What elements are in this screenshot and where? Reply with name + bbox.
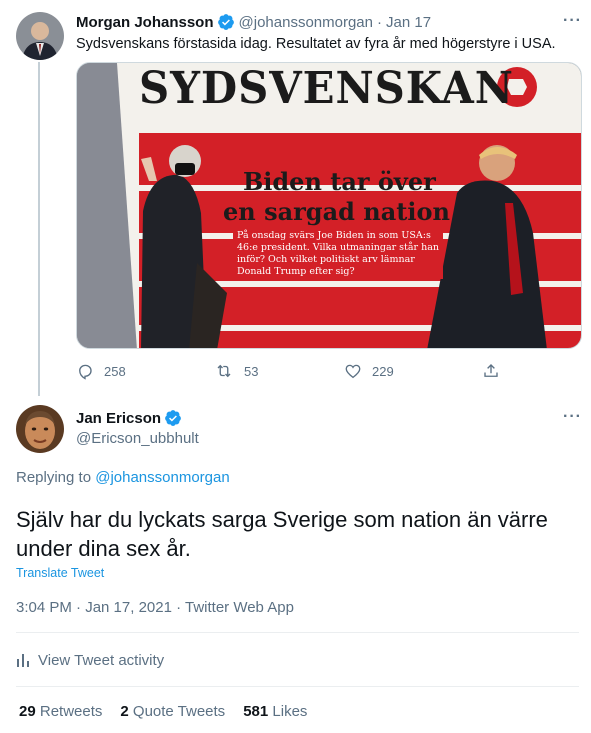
verified-badge-icon (164, 409, 182, 427)
tweet2-text-line1: Själv har du lyckats sarga Sverige som n… (16, 507, 548, 532)
retweet-action[interactable]: 53 (214, 360, 258, 382)
likes-label: Likes (272, 703, 308, 720)
activity-icon (16, 652, 30, 668)
divider (16, 632, 579, 633)
tweet2-text-line2: under dina sex år. (16, 536, 191, 561)
author-handle[interactable]: @Ericson_ubbhult (76, 430, 199, 447)
translate-link[interactable]: Translate Tweet (16, 566, 104, 580)
thread-line (38, 62, 40, 396)
newspaper-dek-4: Donald Trump efter sig? (237, 266, 355, 277)
retweet-icon[interactable] (214, 362, 234, 380)
tweet-date[interactable]: Jan 17 (386, 14, 431, 31)
like-icon[interactable] (344, 362, 362, 380)
replying-prefix: Replying to (16, 469, 92, 486)
retweets-number: 29 (19, 703, 36, 720)
newspaper-dek: På onsdag svärs Joe Biden in som USA:s 4… (233, 229, 443, 279)
view-activity-link[interactable]: View Tweet activity (16, 650, 164, 670)
replying-to: Replying to @johanssonmorgan (16, 469, 230, 486)
author-name[interactable]: Jan Ericson (76, 410, 161, 427)
reply-count: 258 (104, 363, 126, 379)
reply-icon[interactable] (76, 362, 94, 380)
quotes-number: 2 (120, 703, 129, 720)
newspaper-dek-1: På onsdag svärs Joe Biden in som USA:s (237, 230, 431, 241)
share-icon[interactable] (482, 362, 500, 380)
retweets-count[interactable]: 29 Retweets (19, 703, 102, 720)
view-activity-label: View Tweet activity (38, 651, 165, 669)
tweet-photo[interactable]: SYDSVENSKAN Biden tar över en sargad nat… (76, 62, 582, 349)
more-icon[interactable]: ··· (563, 12, 582, 30)
share-action[interactable] (482, 360, 500, 382)
verified-badge-icon (217, 13, 235, 31)
divider (16, 686, 579, 687)
separator-dot: · (377, 13, 382, 31)
likes-count[interactable]: 581 Likes (243, 703, 307, 720)
newspaper-dek-3: inför? Och vilket politiskt arv lämnar (237, 254, 415, 265)
engagement-counts: 29 Retweets 2 Quote Tweets 581 Likes (19, 703, 307, 720)
author-handle[interactable]: @johanssonmorgan (239, 14, 373, 31)
retweets-label: Retweets (39, 703, 103, 720)
tweet1-text: Sydsvenskans förstasida idag. Resultatet… (76, 36, 556, 52)
tweet-meta[interactable]: 3:04 PM · Jan 17, 2021 · Twitter Web App (16, 599, 294, 616)
newspaper-masthead: SYDSVENSKAN (139, 63, 514, 114)
tweet2-author-name: Jan Ericson (76, 408, 182, 428)
likes-number: 581 (243, 703, 269, 720)
newspaper-dek-2: 46:e president. Vilka utmaningar står ha… (237, 242, 439, 253)
avatar-morgan[interactable] (16, 12, 64, 60)
tweet2-text: Själv har du lyckats sarga Sverige som n… (16, 505, 548, 563)
newspaper-headline-2: en sargad nation (223, 197, 450, 226)
avatar-jan[interactable] (16, 405, 64, 453)
tweet1-header: Morgan Johansson @johanssonmorgan · Jan … (76, 12, 431, 32)
like-action[interactable]: 229 (344, 360, 394, 382)
like-count: 229 (372, 363, 394, 379)
quotes-label: Quote Tweets (132, 703, 226, 720)
replying-to-handle[interactable]: @johanssonmorgan (95, 469, 229, 486)
retweet-count: 53 (244, 363, 259, 379)
author-name[interactable]: Morgan Johansson (76, 14, 214, 31)
more-icon[interactable]: ··· (563, 408, 582, 426)
quotes-count[interactable]: 2 Quote Tweets (120, 703, 225, 720)
newspaper-headline-1: Biden tar över (243, 167, 436, 196)
reply-action[interactable]: 258 (76, 360, 126, 382)
